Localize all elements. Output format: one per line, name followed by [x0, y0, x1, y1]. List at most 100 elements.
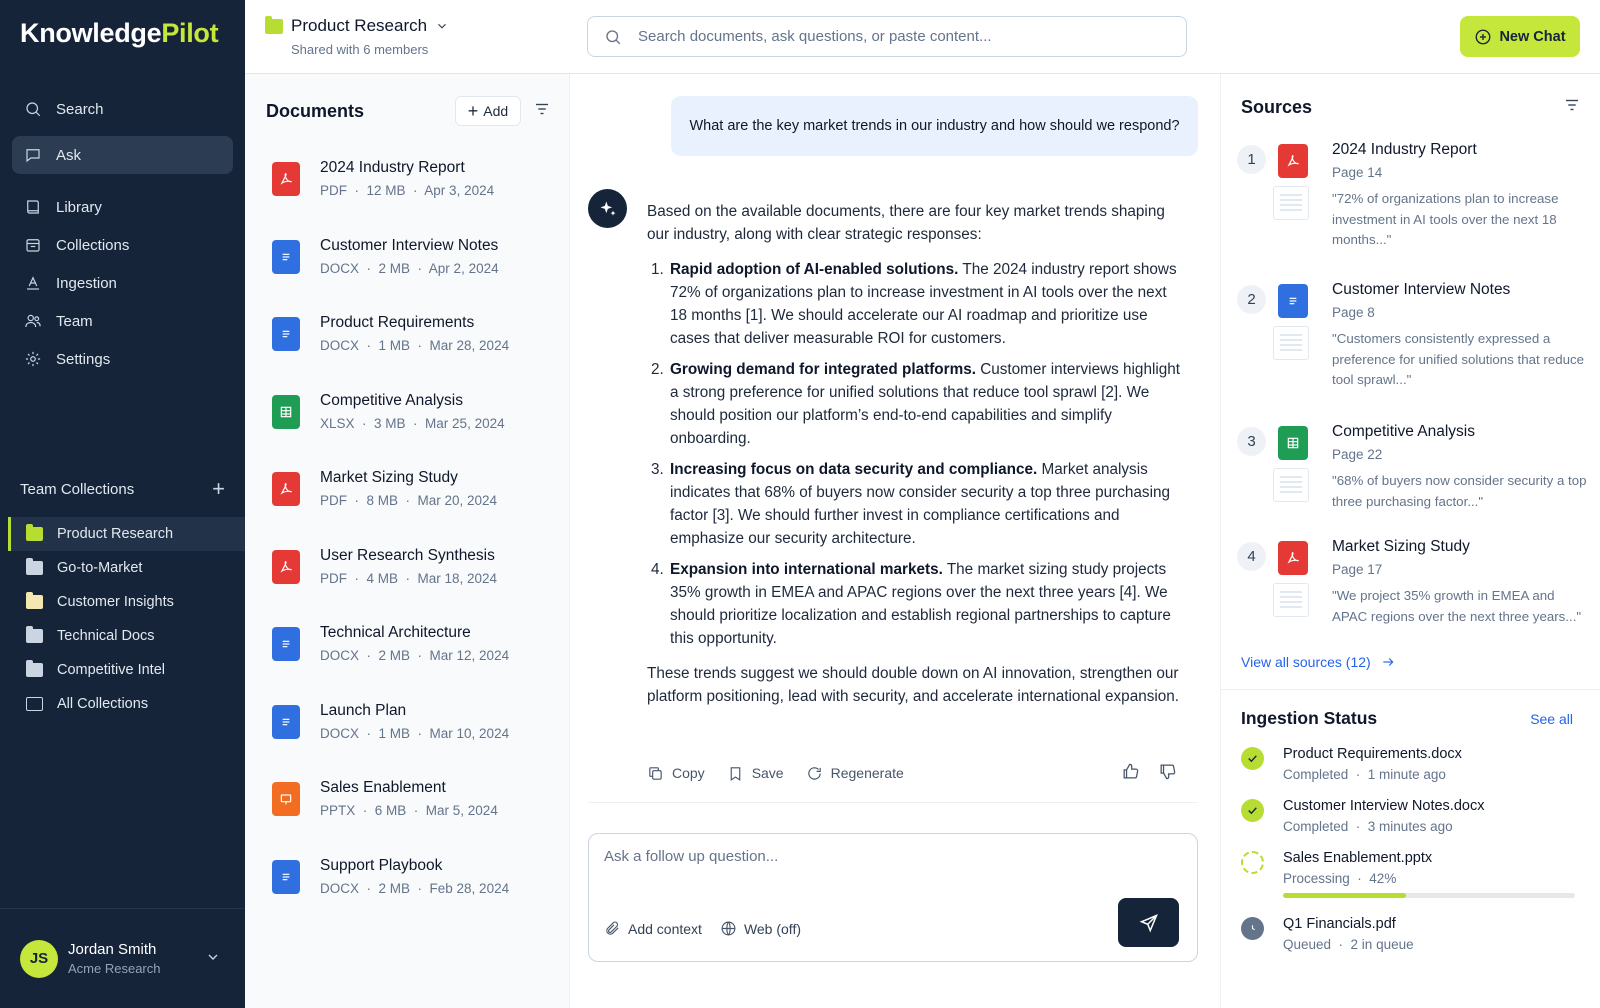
source-quote: "Customers consistently expressed a pref… — [1332, 331, 1585, 387]
project-selector[interactable]: Product Research Shared with 6 members — [265, 15, 449, 57]
user-name: Jordan Smith — [68, 941, 157, 958]
regenerate-button[interactable]: Regenerate — [806, 765, 904, 782]
new-chat-label: New Chat — [1499, 28, 1566, 45]
collection-product-research[interactable]: Product Research — [8, 517, 245, 551]
ingestion-item[interactable]: Sales Enablement.pptx Processing · 42% — [1241, 850, 1581, 898]
document-meta: XLSX · 3 MB · Mar 25, 2024 — [320, 415, 505, 431]
ingestion-item[interactable]: Customer Interview Notes.docx Completed … — [1241, 798, 1581, 842]
page-thumbnail[interactable] — [1273, 186, 1309, 220]
assistant-avatar — [588, 189, 627, 228]
add-collection-icon[interactable]: + — [212, 478, 225, 500]
page-thumbnail[interactable] — [1273, 326, 1309, 360]
ingestion-status: Queued · 2 in queue — [1283, 937, 1414, 952]
doc-type: DOCX — [320, 880, 360, 896]
document-item[interactable]: Launch Plan DOCX · 1 MB · Mar 10, 2024 — [265, 694, 555, 772]
project-shared-info: Shared with 6 members — [291, 42, 429, 57]
nav-item-ingestion[interactable]: Ingestion — [12, 264, 233, 302]
view-all-sources-link[interactable]: View all sources (12) — [1241, 654, 1395, 670]
collection-customer-insights[interactable]: Customer Insights — [8, 585, 245, 619]
web-toggle[interactable]: Web (off) — [720, 920, 801, 937]
nav-label: Library — [56, 198, 102, 216]
message-composer: Add context Web (off) — [588, 833, 1198, 962]
nav-item-collections[interactable]: Collections — [12, 226, 233, 264]
new-chat-button[interactable]: New Chat — [1460, 16, 1580, 57]
folder-icon — [26, 524, 43, 541]
doc-size: 2 MB — [378, 648, 411, 663]
spreadsheet-file-icon — [1278, 426, 1308, 460]
chevron-down-icon[interactable] — [205, 949, 221, 970]
answer-points: Rapid adoption of AI-enabled solutions. … — [668, 258, 1187, 650]
document-item[interactable]: Product Requirements DOCX · 1 MB · Mar 2… — [265, 306, 555, 384]
user-menu[interactable]: JS Jordan Smith Acme Research — [0, 908, 245, 1008]
status-detail: 42% — [1369, 871, 1397, 886]
thumbs-up-icon[interactable] — [1121, 762, 1140, 784]
chat-icon — [24, 146, 42, 164]
folder-icon — [26, 592, 43, 609]
send-button[interactable] — [1118, 898, 1179, 947]
nav-item-team[interactable]: Team — [12, 302, 233, 340]
doc-date: Mar 5, 2024 — [425, 803, 498, 818]
search-icon — [24, 100, 42, 118]
chat-panel: What are the key market trends in our in… — [570, 74, 1220, 1008]
add-document-button[interactable]: + Add — [455, 96, 521, 126]
answer-point: Expansion into international markets. Th… — [668, 558, 1187, 650]
filter-icon[interactable] — [1563, 96, 1581, 119]
document-item[interactable]: Technical Architecture DOCX · 2 MB · Mar… — [265, 616, 555, 694]
see-all-link[interactable]: See all — [1530, 711, 1573, 727]
documents-panel: Documents + Add 2024 Industry Report PDF … — [245, 74, 570, 1008]
search-input[interactable] — [638, 28, 1158, 45]
follow-up-input[interactable] — [604, 848, 1174, 878]
add-context-button[interactable]: Add context — [604, 920, 702, 937]
app-logo[interactable]: KnowledgePilot — [20, 18, 219, 49]
cabinet-icon — [26, 697, 43, 711]
bookmark-icon — [730, 766, 741, 781]
copy-button[interactable]: Copy — [647, 765, 705, 782]
collection-competitive-intel[interactable]: Competitive Intel — [8, 653, 245, 687]
ingestion-file-name: Q1 Financials.pdf — [1283, 916, 1396, 932]
document-item[interactable]: Support Playbook DOCX · 2 MB · Feb 28, 2… — [265, 849, 555, 927]
document-item[interactable]: Market Sizing Study PDF · 8 MB · Mar 20,… — [265, 461, 555, 539]
status-text: Completed — [1283, 819, 1349, 834]
ingestion-file-name: Sales Enablement.pptx — [1283, 850, 1433, 866]
save-button[interactable]: Save — [727, 765, 784, 782]
source-quote: "72% of organizations plan to increase i… — [1332, 191, 1559, 247]
right-panel: Sources 1 2024 Industry Report Page 14 "… — [1220, 74, 1600, 1008]
chevron-down-icon[interactable] — [435, 19, 449, 33]
nav-item-settings[interactable]: Settings — [12, 340, 233, 378]
collection-go-to-market[interactable]: Go-to-Market — [8, 551, 245, 585]
nav-item-ask[interactable]: Ask — [12, 136, 233, 174]
nav-label: Ingestion — [56, 274, 117, 292]
doc-file-icon — [272, 239, 300, 274]
ingestion-item[interactable]: Product Requirements.docx Completed · 1 … — [1241, 746, 1581, 790]
document-item[interactable]: Competitive Analysis XLSX · 3 MB · Mar 2… — [265, 384, 555, 462]
document-name: Technical Architecture — [320, 624, 471, 641]
web-label: Web (off) — [743, 920, 801, 937]
collection-list: Product Research Go-to-Market Customer I… — [8, 517, 245, 721]
doc-type: XLSX — [320, 415, 355, 431]
collection-all[interactable]: All Collections — [8, 687, 245, 721]
document-item[interactable]: Customer Interview Notes DOCX · 2 MB · A… — [265, 229, 555, 307]
folder-icon — [26, 660, 43, 677]
ingestion-item[interactable]: Q1 Financials.pdf Queued · 2 in queue — [1241, 916, 1581, 960]
collection-technical-docs[interactable]: Technical Docs — [8, 619, 245, 653]
page-thumbnail[interactable] — [1273, 583, 1309, 617]
doc-date: Apr 2, 2024 — [428, 260, 499, 276]
document-name: Support Playbook — [320, 856, 443, 874]
document-item[interactable]: 2024 Industry Report PDF · 12 MB · Apr 3… — [265, 151, 555, 229]
slides-file-icon — [272, 782, 300, 816]
document-meta: DOCX · 2 MB · Mar 12, 2024 — [320, 648, 510, 663]
document-item[interactable]: User Research Synthesis PDF · 4 MB · Mar… — [265, 539, 555, 617]
ingestion-status: Completed · 3 minutes ago — [1283, 819, 1453, 834]
document-item[interactable]: Sales Enablement PPTX · 6 MB · Mar 5, 20… — [265, 771, 555, 849]
gear-icon — [24, 350, 42, 368]
filter-icon[interactable] — [533, 100, 551, 123]
page-thumbnail[interactable] — [1273, 468, 1309, 502]
progress-fill — [1283, 893, 1406, 898]
doc-size: 2 MB — [378, 260, 411, 276]
nav-item-search[interactable]: Search — [12, 90, 233, 128]
main-nav: Search Ask Library Collections Ingestion… — [12, 90, 233, 378]
thumbs-down-icon[interactable] — [1158, 762, 1177, 784]
pdf-file-icon — [272, 162, 300, 196]
sources-title: Sources — [1241, 97, 1313, 117]
nav-item-library[interactable]: Library — [12, 188, 233, 226]
